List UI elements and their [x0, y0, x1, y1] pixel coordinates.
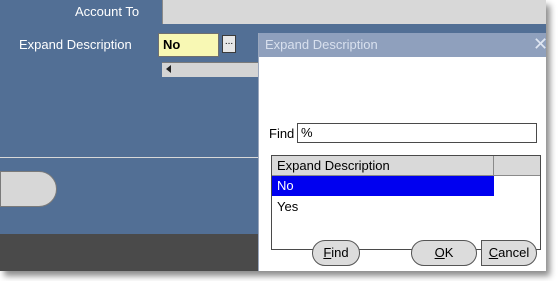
find-button[interactable]: Find: [312, 240, 360, 266]
ok-mnemonic: O: [434, 245, 445, 260]
horizontal-scrollbar[interactable]: [162, 62, 262, 77]
scroll-left-arrow-icon[interactable]: [166, 65, 171, 73]
account-to-field[interactable]: [162, 0, 546, 24]
expand-description-label: Expand Description: [19, 37, 132, 52]
lov-button[interactable]: ...: [222, 35, 236, 53]
find-input[interactable]: %: [297, 123, 537, 143]
expand-description-dialog: Expand Description ✕ Find % Expand Descr…: [258, 33, 546, 271]
cancel-button-text: ancel: [498, 245, 530, 260]
form-background: Account To Expand Description No ... Exp…: [0, 0, 546, 271]
find-label: Find: [269, 126, 295, 141]
dialog-titlebar: Expand Description ✕: [259, 33, 546, 57]
list-column-header-empty: [494, 156, 540, 176]
dialog-title: Expand Description: [265, 37, 378, 52]
results-list: Expand Description No Yes: [271, 155, 541, 250]
list-column-header[interactable]: Expand Description: [272, 156, 494, 176]
dialog-body: Find % Expand Description No Yes Find OK…: [259, 57, 546, 271]
cancel-button[interactable]: Cancel: [481, 240, 537, 266]
find-button-text: ind: [331, 245, 349, 260]
screenshot-frame: Account To Expand Description No ... Exp…: [0, 0, 546, 271]
ok-button-text: K: [444, 245, 454, 260]
partial-button[interactable]: [0, 171, 57, 207]
divider: [0, 157, 262, 158]
close-icon[interactable]: ✕: [533, 34, 546, 54]
list-item-no[interactable]: No: [272, 176, 494, 196]
account-to-label: Account To: [75, 4, 140, 19]
ok-button[interactable]: OK: [411, 240, 477, 266]
expand-description-field[interactable]: No: [158, 33, 219, 57]
list-item-yes[interactable]: Yes: [272, 197, 494, 217]
cancel-mnemonic: C: [488, 245, 499, 260]
